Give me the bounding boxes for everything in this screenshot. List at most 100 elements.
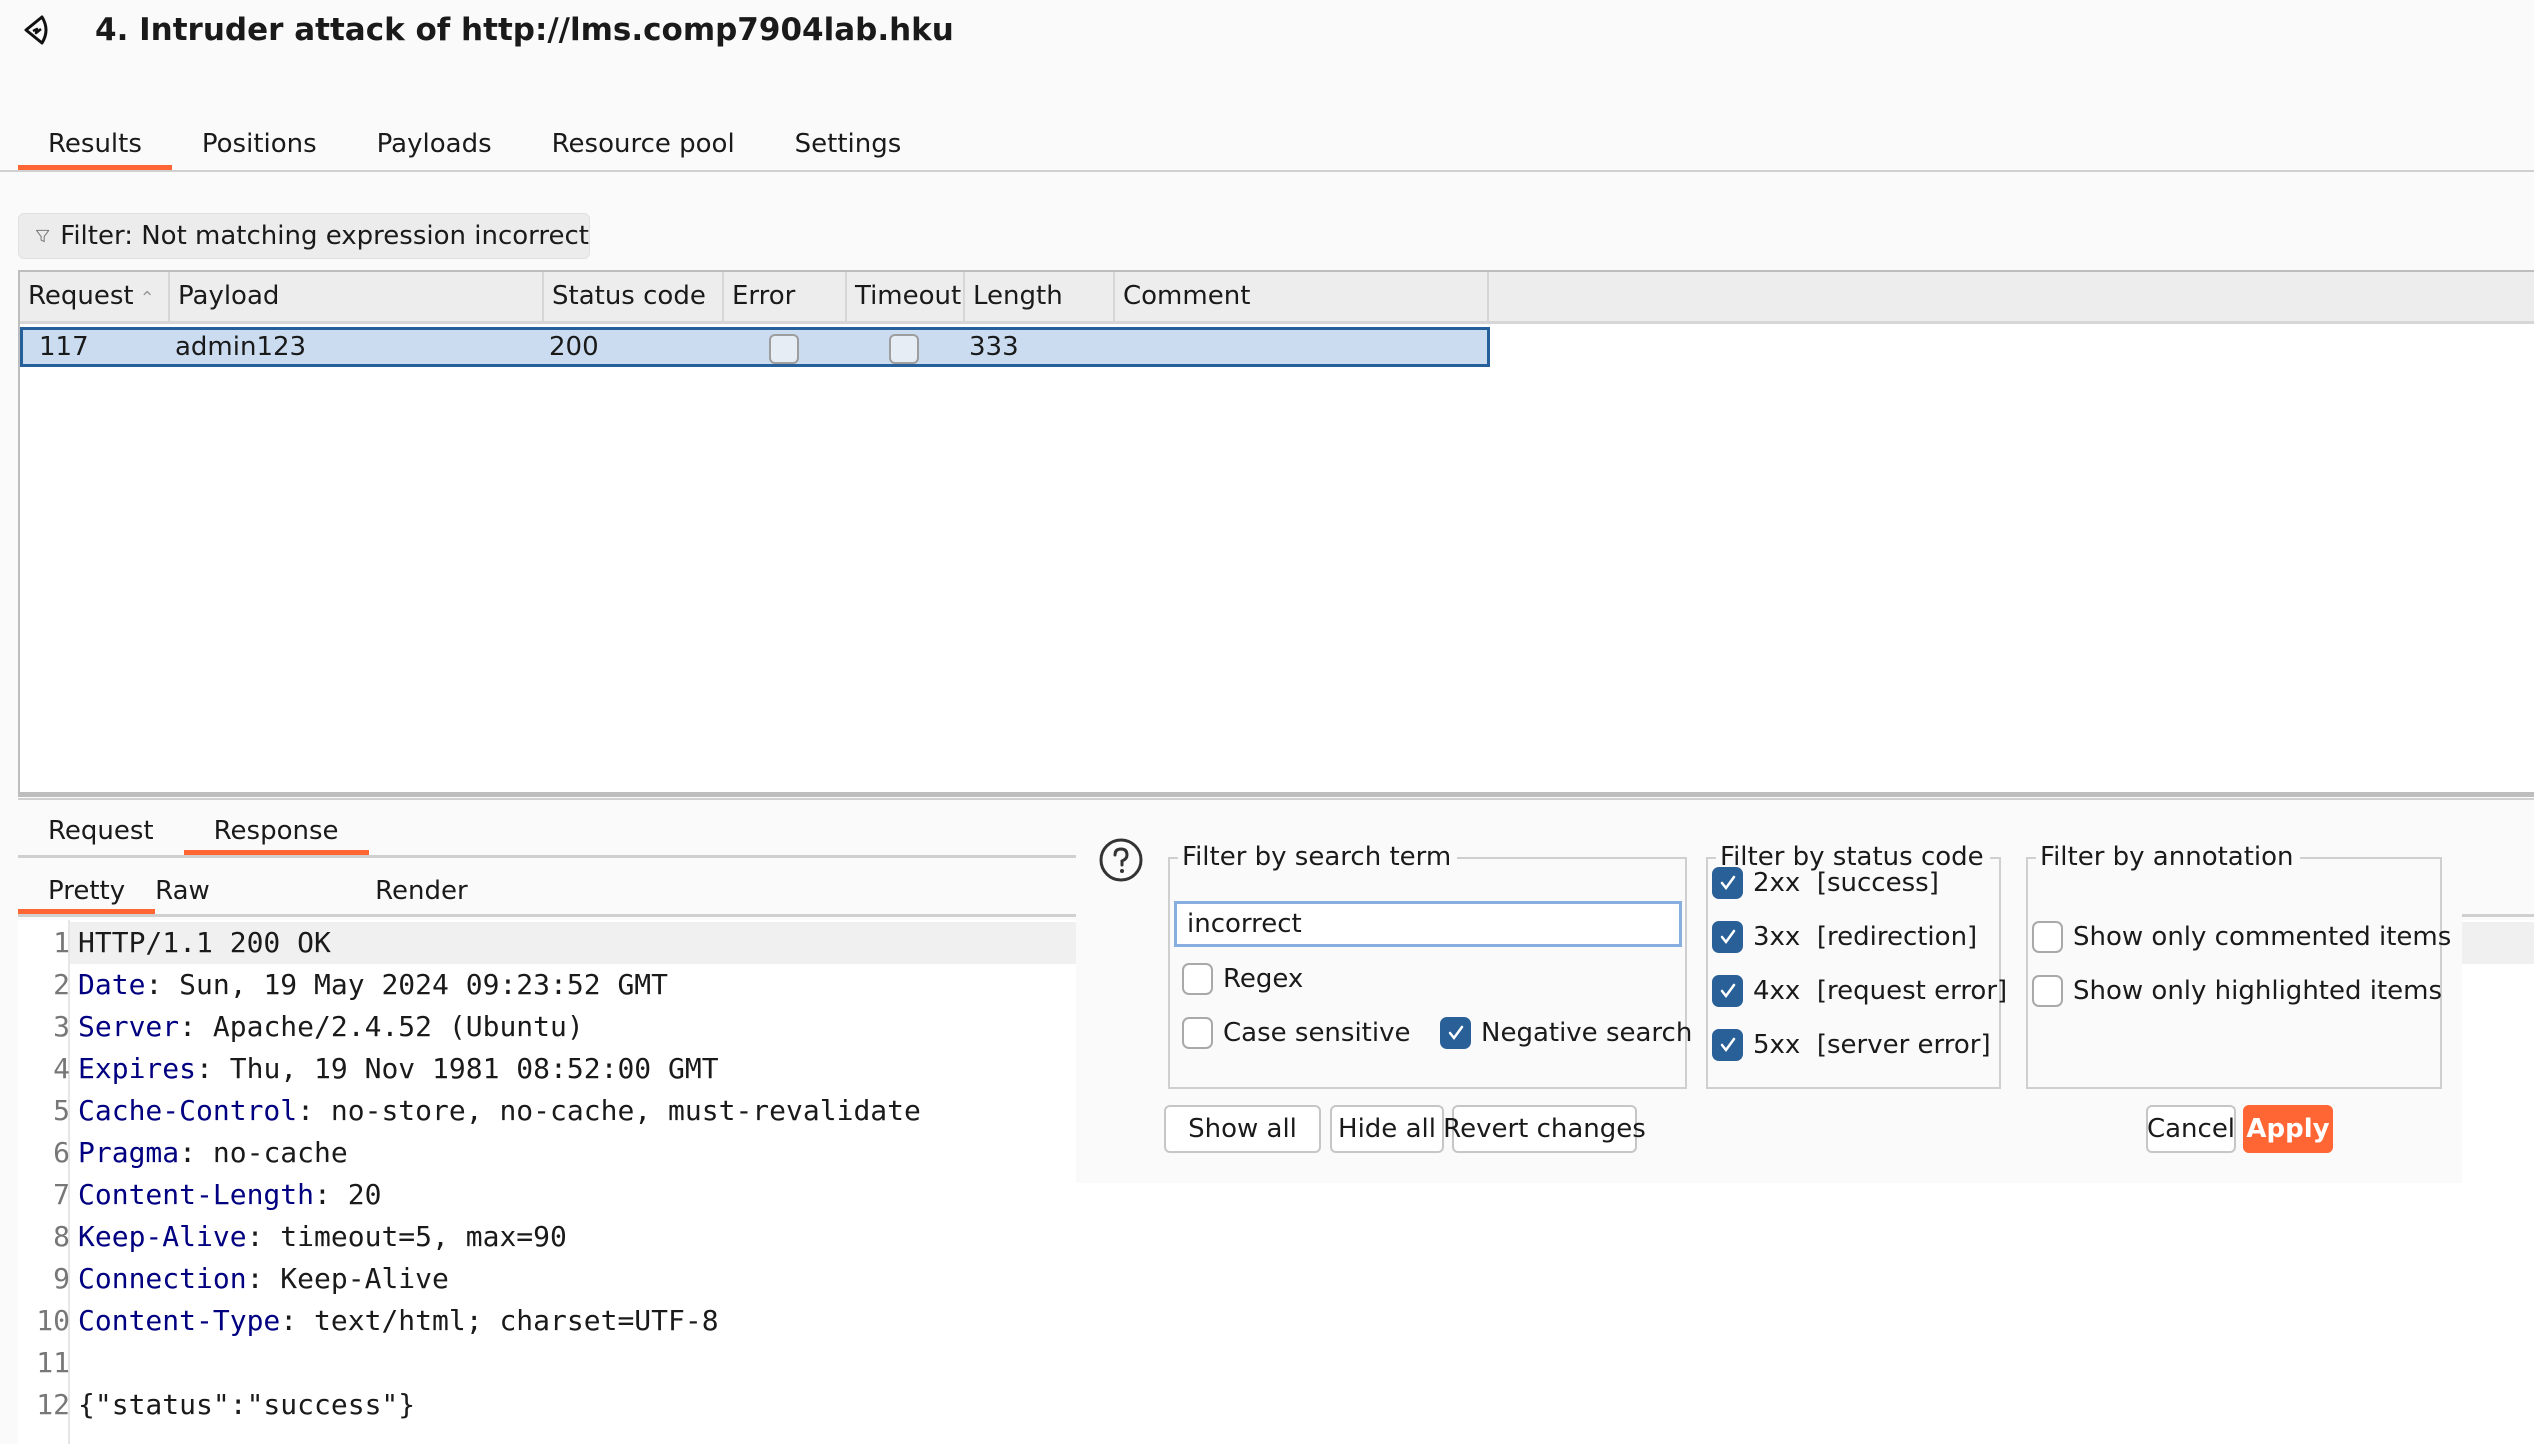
tab-response[interactable]: Response (183, 808, 369, 855)
header-value: text/html; charset=UTF-8 (297, 1304, 719, 1337)
code-line: 7 Content-Length: 20 (18, 1174, 381, 1216)
status-3xx-checkbox[interactable]: 3xx [redirection] (1712, 921, 1977, 953)
header-separator: : (246, 1262, 264, 1295)
search-term-group-title: Filter by search term (1178, 839, 1458, 875)
code-line: 11 (18, 1342, 78, 1384)
header-value: Sun, 19 May 2024 09:23:52 GMT (162, 968, 669, 1001)
tab-payloads[interactable]: Payloads (347, 122, 522, 170)
checkmark-icon (1712, 867, 1743, 899)
view-tabs: Pretty Raw Render (18, 868, 468, 914)
apply-button[interactable]: Apply (2243, 1105, 2333, 1153)
case-sensitive-checkbox[interactable]: Case sensitive (1182, 1017, 1410, 1049)
code-line: 5 Cache-Control: no-store, no-cache, must… (18, 1090, 921, 1132)
header-value: Thu, 19 Nov 1981 08:52:00 GMT (212, 1052, 719, 1085)
column-header-request[interactable]: Request ⌃ (20, 272, 170, 321)
current-line-highlight-right (2462, 922, 2534, 964)
header-separator: : (179, 1010, 197, 1043)
code-line: 3 Server: Apache/2.4.52 (Ubuntu) (18, 1006, 584, 1048)
cell-request: 117 (39, 332, 89, 362)
code-line: 12 {"status":"success"} (18, 1384, 415, 1426)
cell-comment (1103, 330, 1119, 364)
line-number: 9 (53, 1262, 70, 1295)
header-separator: : (145, 968, 163, 1001)
tab-pretty[interactable]: Pretty (18, 868, 156, 914)
filter-label: Filter: Not matching expression incorrec… (60, 221, 589, 251)
tab-render[interactable]: Render (375, 868, 468, 914)
tab-positions[interactable]: Positions (172, 122, 347, 170)
header-value: HTTP/1.1 200 OK (78, 926, 331, 959)
header-name: Cache-Control (78, 1094, 298, 1127)
header-separator: : (196, 1052, 213, 1085)
negative-search-checkbox[interactable]: Negative search (1440, 1017, 1692, 1049)
header-value: Apache/2.4.52 (Ubuntu) (196, 1010, 584, 1043)
line-number: 2 (53, 968, 70, 1001)
header-name: Expires (78, 1052, 197, 1085)
hide-all-button[interactable]: Hide all (1330, 1105, 1444, 1153)
header-value: {"status":"success"} (78, 1388, 416, 1421)
header-name: Date (78, 968, 146, 1001)
header-name: Content-Length (78, 1178, 315, 1211)
cell-error-checkbox (769, 334, 799, 364)
line-number: 11 (36, 1346, 70, 1379)
line-number: 8 (53, 1220, 70, 1253)
main-tabs: Results Positions Payloads Resource pool… (18, 122, 931, 170)
line-number: 6 (53, 1136, 70, 1169)
help-icon[interactable] (1098, 837, 1144, 883)
header-name: Keep-Alive (78, 1220, 247, 1253)
sort-ascending-icon: ⌃ (139, 288, 155, 309)
code-line: 9 Connection: Keep-Alive (18, 1258, 449, 1300)
checkmark-icon (1440, 1017, 1471, 1049)
column-header-comment[interactable]: Comment (1115, 272, 1489, 321)
tab-request[interactable]: Request (18, 808, 184, 855)
column-header-length[interactable]: Length (965, 272, 1115, 321)
show-all-button[interactable]: Show all (1164, 1105, 1321, 1153)
view-tabs-divider-right (2462, 914, 2534, 917)
cell-payload: admin123 (175, 332, 307, 362)
header-name: Connection (78, 1262, 247, 1295)
tab-resource-pool[interactable]: Resource pool (522, 122, 765, 170)
line-number: 4 (53, 1052, 70, 1085)
status-4xx-checkbox[interactable]: 4xx [request error] (1712, 975, 2007, 1007)
header-name: Server (78, 1010, 180, 1043)
cancel-button[interactable]: Cancel (2146, 1105, 2236, 1153)
tab-settings[interactable]: Settings (765, 122, 932, 170)
header-value: no-store, no-cache, must-revalidate (314, 1094, 921, 1127)
line-number: 3 (53, 1010, 70, 1043)
code-line: 8 Keep-Alive: timeout=5, max=90 (18, 1216, 567, 1258)
column-header-payload[interactable]: Payload (170, 272, 544, 321)
filter-bar-button[interactable]: Filter: Not matching expression incorrec… (18, 213, 590, 259)
status-5xx-checkbox[interactable]: 5xx [server error] (1712, 1029, 1991, 1061)
tab-results[interactable]: Results (18, 122, 172, 170)
header-separator: : (280, 1304, 298, 1337)
split-pane-divider (18, 798, 2534, 800)
code-line: 4 Expires: Thu, 19 Nov 1981 08:52:00 GMT (18, 1048, 719, 1090)
status-2xx-checkbox[interactable]: 2xx [success] (1712, 867, 1939, 899)
table-row[interactable]: 117 admin123 200 333 (20, 327, 1490, 367)
header-value: 20 (330, 1178, 382, 1211)
checkmark-icon (1712, 975, 1743, 1007)
tab-raw[interactable]: Raw (155, 868, 375, 914)
column-header-timeout[interactable]: Timeout (847, 272, 965, 321)
cell-timeout-checkbox (889, 334, 919, 364)
status-code-group: Filter by status code 2xx [success] 3xx … (1706, 839, 2007, 1089)
show-highlighted-checkbox[interactable]: Show only highlighted items (2032, 975, 2442, 1007)
code-line: 10 Content-Type: text/html; charset=UTF-8 (18, 1300, 719, 1342)
search-term-input[interactable] (1174, 901, 1682, 947)
column-header-status-code[interactable]: Status code (544, 272, 724, 321)
filter-settings-dialog: Filter by search term Regex Case sensiti… (1076, 815, 2462, 1183)
tabs-divider (0, 170, 2534, 172)
show-commented-checkbox[interactable]: Show only commented items (2032, 921, 2451, 953)
filter-icon (36, 229, 50, 243)
annotation-group: Filter by annotation Show only commented… (2026, 839, 2451, 1089)
checkbox-unchecked-icon (1182, 963, 1213, 995)
line-number: 5 (53, 1094, 70, 1127)
column-header-error[interactable]: Error (724, 272, 847, 321)
code-line: 1 HTTP/1.1 200 OK (18, 922, 331, 964)
revert-changes-button[interactable]: Revert changes (1443, 1105, 1646, 1153)
window-title: 4. Intruder attack of http://lms.comp790… (95, 12, 954, 48)
header-value: timeout=5, max=90 (263, 1220, 567, 1253)
view-tabs-divider (18, 914, 1078, 917)
split-pane-handle[interactable] (18, 794, 2534, 797)
checkbox-unchecked-icon (2032, 975, 2063, 1007)
regex-checkbox[interactable]: Regex (1182, 963, 1303, 995)
